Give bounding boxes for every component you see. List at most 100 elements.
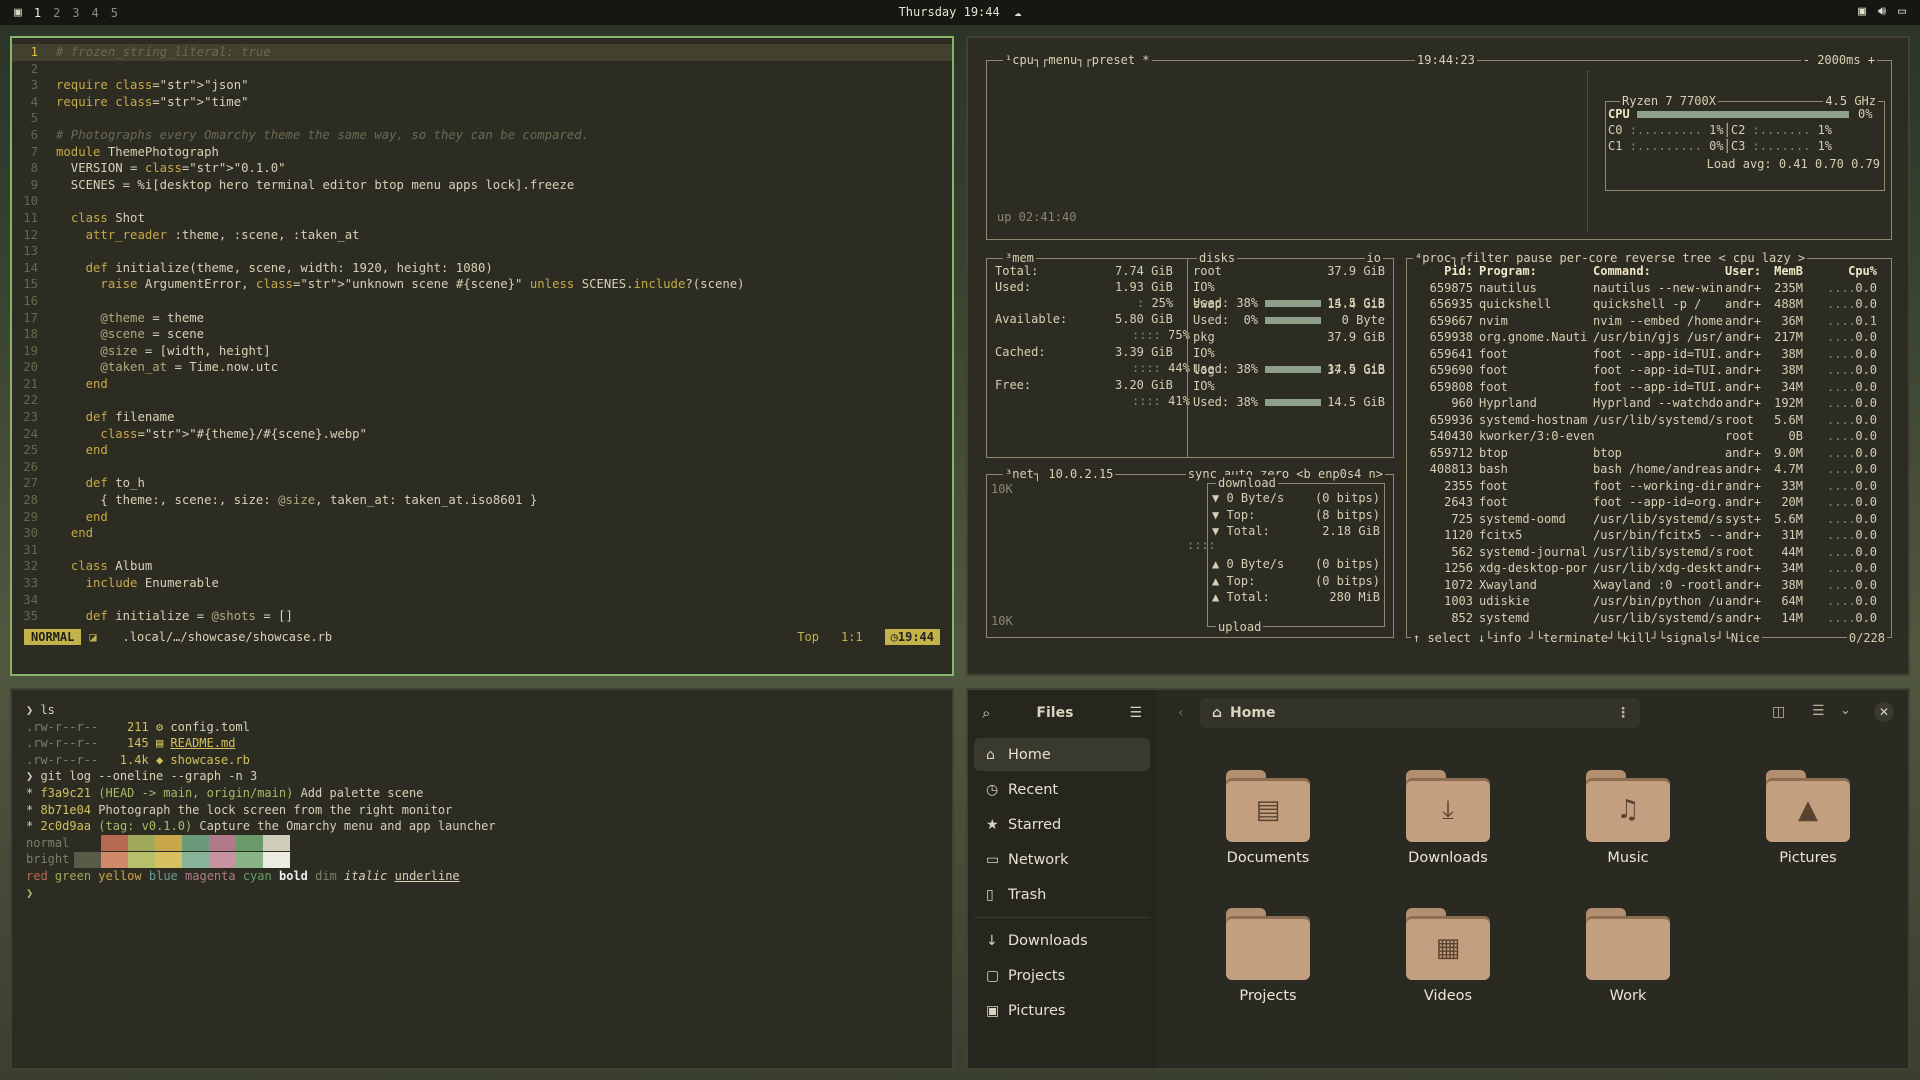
process-row[interactable]: 659875 nautilus nautilus --new-win andr+ 235…	[1407, 280, 1891, 296]
btop-window[interactable]: ¹cpu┐┌menu┐┌preset * 19:44:23 - 2000ms +…	[966, 36, 1910, 676]
line-text[interactable]: @theme = theme	[56, 310, 204, 327]
folder-documents[interactable]: ▤ Documents	[1208, 770, 1328, 866]
process-row[interactable]: 852 systemd/usr/lib/systemd/s andr+ 14M 0.0.…	[1407, 610, 1891, 626]
editor-line[interactable]: 3 require class="str">"json"	[12, 77, 952, 94]
update-interval[interactable]: - 2000ms +	[1800, 52, 1877, 69]
display-icon[interactable]: ▭	[1898, 4, 1906, 19]
process-row[interactable]: 659936 systemd-hostnam/usr/lib/systemd/s r…	[1407, 412, 1891, 428]
editor-buffer[interactable]: 1 # frozen_string_literal: true 2 3 require …	[12, 38, 952, 625]
process-row[interactable]: 1256 xdg-desktop-por/usr/lib/xdg-deskt and…	[1407, 560, 1891, 576]
line-text[interactable]: def to_h	[56, 475, 145, 492]
line-text[interactable]: # frozen_string_literal: true	[56, 44, 271, 61]
editor-line[interactable]: 12 attr_reader :theme, :scene, :taken_at	[12, 227, 952, 244]
line-text[interactable]: end	[56, 376, 108, 393]
process-row[interactable]: 659712 btop btop andr+ 9.0M 0.0.......	[1407, 445, 1891, 461]
process-row[interactable]: 659667 nvim nvim --embed /home andr+ 36M 0.1.…	[1407, 313, 1891, 329]
editor-line[interactable]: 33 include Enumerable	[12, 575, 952, 592]
process-row[interactable]: 960 Hyprland Hyprland --watchdo andr+ 192M 0.…	[1407, 395, 1891, 411]
sidebar-item-starred[interactable]: ★ Starred	[974, 808, 1150, 841]
process-row[interactable]: 725 systemd-oomd/usr/lib/systemd/s syst+ 5.…	[1407, 511, 1891, 527]
line-text[interactable]: VERSION = class="str">"0.1.0"	[56, 160, 286, 177]
editor-line[interactable]: 17 @theme = theme	[12, 310, 952, 327]
line-text[interactable]: require class="str">"json"	[56, 77, 249, 94]
bookmark-downloads[interactable]: ↓ Downloads	[974, 924, 1150, 957]
prompt-line[interactable]: ❯	[26, 885, 952, 902]
terminal-window[interactable]: ❯ ls .rw-r--r-- 211 ⚙ config.toml .rw-r--…	[10, 688, 954, 1070]
sidebar-item-home[interactable]: ⌂ Home	[974, 738, 1150, 771]
line-text[interactable]: class="str">"#{theme}/#{scene}.webp"	[56, 426, 367, 443]
editor-line[interactable]: 30 end	[12, 525, 952, 542]
editor-line[interactable]: 6 # Photographs every Omarchy theme the s…	[12, 127, 952, 144]
editor-line[interactable]: 21 end	[12, 376, 952, 393]
process-row[interactable]: 1072 Xwayland Xwayland :0 -rootl andr+ 38M 0.…	[1407, 577, 1891, 593]
editor-line[interactable]: 13	[12, 243, 952, 260]
editor-line[interactable]: 4 require class="str">"time"	[12, 94, 952, 111]
editor-line[interactable]: 29 end	[12, 509, 952, 526]
process-row[interactable]: 408813 bash bash /home/andreas andr+ 4.7M 0.0…	[1407, 461, 1891, 477]
sidebar-item-recent[interactable]: ◷ Recent	[974, 773, 1150, 806]
clock[interactable]: Thursday 19:44 ☁	[0, 5, 1920, 19]
volume-icon[interactable]: 🔊︎	[1878, 4, 1886, 19]
folder-videos[interactable]: ▦ Videos	[1388, 908, 1508, 1004]
line-text[interactable]: end	[56, 525, 93, 542]
process-row[interactable]: 1003 udiskie/usr/bin/python /u andr+ 64M 0.0…	[1407, 593, 1891, 609]
line-text[interactable]: def initialize = @shots = []	[56, 608, 293, 625]
camera-icon[interactable]: ◫	[1772, 704, 1785, 720]
editor-line[interactable]: 7 module ThemePhotograph	[12, 144, 952, 161]
line-text[interactable]: module ThemePhotograph	[56, 144, 219, 161]
process-row[interactable]: 659641 foot foot --app-id=TUI. andr+ 38M 0.0.…	[1407, 346, 1891, 362]
menu-icon[interactable]: ☰	[1129, 705, 1142, 721]
line-text[interactable]: def initialize(theme, scene, width: 1920…	[56, 260, 493, 277]
line-text[interactable]: attr_reader :theme, :scene, :taken_at	[56, 227, 360, 244]
editor-line[interactable]: 14 def initialize(theme, scene, width: 1…	[12, 260, 952, 277]
editor-line[interactable]: 16	[12, 293, 952, 310]
proc-header[interactable]: Pid: Program: Command: User: MemB Cpu%	[1407, 263, 1891, 279]
files-window[interactable]: ⌕ Files ☰ ⌂ Home ◷ Recent ★ Starred ▭ Network ▯ T…	[966, 688, 1910, 1070]
process-row[interactable]: 659690 foot foot --app-id=TUI. andr+ 38M 0.0.…	[1407, 362, 1891, 378]
nvim-window[interactable]: 1 # frozen_string_literal: true 2 3 require …	[10, 36, 954, 676]
sidebar-item-trash[interactable]: ▯ Trash	[974, 878, 1150, 911]
sidebar-item-network[interactable]: ▭ Network	[974, 843, 1150, 876]
process-row[interactable]: 562 systemd-journal/usr/lib/systemd/s root…	[1407, 544, 1891, 560]
more-icon[interactable]: ⋮	[1616, 705, 1630, 721]
editor-line[interactable]: 24 class="str">"#{theme}/#{scene}.webp"	[12, 426, 952, 443]
editor-line[interactable]: 31	[12, 542, 952, 559]
folder-downloads[interactable]: ⤓ Downloads	[1388, 770, 1508, 866]
editor-line[interactable]: 34	[12, 592, 952, 609]
editor-line[interactable]: 26	[12, 459, 952, 476]
folder-work[interactable]: Work	[1568, 908, 1688, 1004]
editor-line[interactable]: 25 end	[12, 442, 952, 459]
editor-line[interactable]: 20 @taken_at = Time.now.utc	[12, 359, 952, 376]
editor-line[interactable]: 9 SCENES = %i[desktop hero terminal edit…	[12, 177, 952, 194]
close-icon[interactable]: ✕	[1874, 702, 1894, 722]
editor-line[interactable]: 10	[12, 193, 952, 210]
line-text[interactable]: class Album	[56, 558, 152, 575]
line-text[interactable]: @scene = scene	[56, 326, 204, 343]
process-row[interactable]: 540430 kworker/3:0-even root 0B 0.0.......	[1407, 428, 1891, 444]
editor-line[interactable]: 23 def filename	[12, 409, 952, 426]
editor-line[interactable]: 15 raise ArgumentError, class="str">"unk…	[12, 276, 952, 293]
path-bar[interactable]: ⌂ Home ⋮	[1200, 698, 1640, 728]
editor-line[interactable]: 5	[12, 110, 952, 127]
proc-box[interactable]: ⁴proc┐┌filter pause per-core reverse tre…	[1406, 250, 1892, 646]
process-row[interactable]: 2355 foot foot --working-dir andr+ 33M 0.0...…	[1407, 478, 1891, 494]
screen-record-icon[interactable]: ▣	[1858, 4, 1866, 19]
process-row[interactable]: 659938 org.gnome.Nauti/usr/bin/gjs /usr/a…	[1407, 329, 1891, 345]
editor-line[interactable]: 27 def to_h	[12, 475, 952, 492]
editor-line[interactable]: 28 { theme:, scene:, size: @size, taken_…	[12, 492, 952, 509]
line-text[interactable]: { theme:, scene:, size: @size, taken_at:…	[56, 492, 537, 509]
search-icon[interactable]: ⌕	[982, 704, 990, 722]
folder-projects[interactable]: Projects	[1208, 908, 1328, 1004]
folder-pictures[interactable]: ▲ Pictures	[1748, 770, 1868, 866]
editor-line[interactable]: 22	[12, 392, 952, 409]
folder-music[interactable]: ♫ Music	[1568, 770, 1688, 866]
line-text[interactable]: end	[56, 509, 108, 526]
line-text[interactable]: require class="str">"time"	[56, 94, 249, 111]
process-row[interactable]: 1120 fcitx5/usr/bin/fcitx5 -- andr+ 31M 0.0.…	[1407, 527, 1891, 543]
editor-line[interactable]: 1 # frozen_string_literal: true	[12, 44, 952, 61]
bookmark-pictures[interactable]: ▣ Pictures	[974, 994, 1150, 1027]
editor-line[interactable]: 11 class Shot	[12, 210, 952, 227]
line-text[interactable]: @size = [width, height]	[56, 343, 270, 360]
back-icon[interactable]: ‹	[1178, 705, 1184, 721]
process-row[interactable]: 659808 foot foot --app-id=TUI. andr+ 34M 0.0.…	[1407, 379, 1891, 395]
